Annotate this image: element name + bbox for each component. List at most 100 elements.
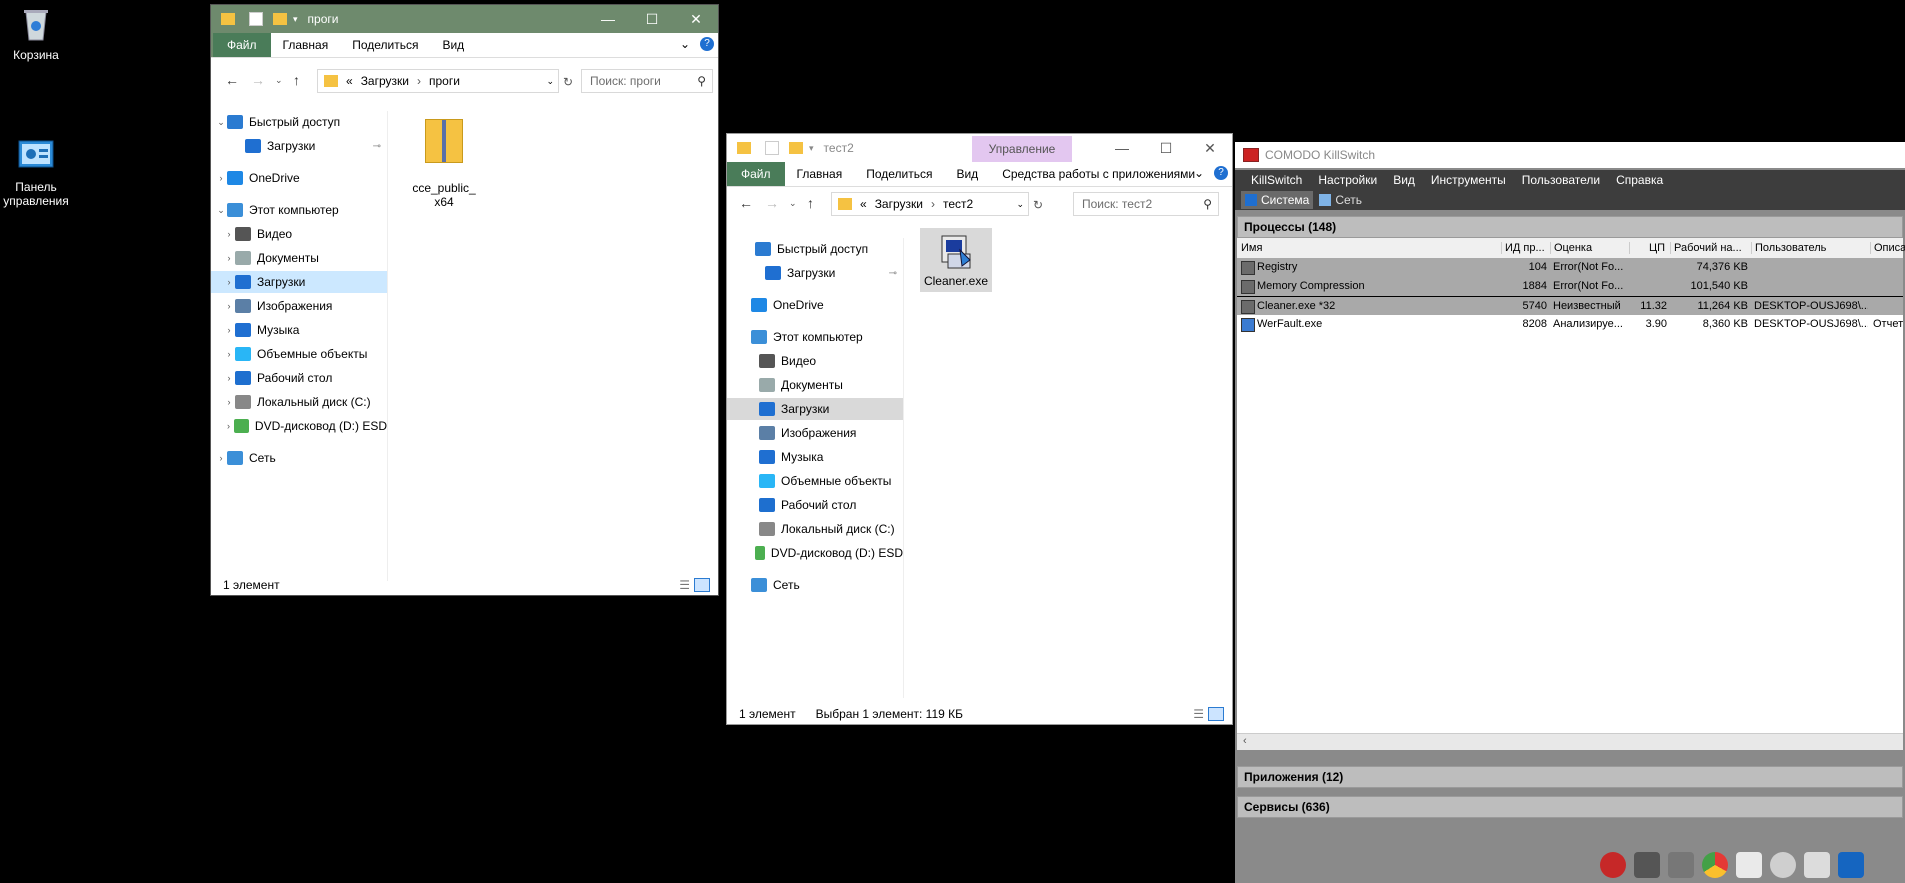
applications-section-header[interactable]: Приложения (12) <box>1237 766 1903 788</box>
back-icon[interactable]: ← <box>739 195 753 211</box>
recent-locations-icon[interactable]: ⌄ <box>789 198 797 209</box>
tree-item[interactable]: Загрузки ⊸ <box>211 135 387 157</box>
column-cpu[interactable]: ЦП <box>1629 242 1669 254</box>
tree-item[interactable]: ⌄ Этот компьютер <box>211 199 387 221</box>
search-icon[interactable]: ⚲ <box>697 74 706 88</box>
breadcrumb-separator[interactable]: › <box>931 197 935 211</box>
large-icons-view-icon[interactable] <box>1208 707 1224 721</box>
tree-item[interactable]: Музыка <box>727 446 903 468</box>
table-row[interactable]: Memory Compression 1884 Error(Not Fo... 101… <box>1237 277 1903 296</box>
minimize-button[interactable]: — <box>586 5 630 33</box>
tree-item[interactable]: › DVD-дисковод (D:) ESD <box>211 415 387 437</box>
title-bar[interactable]: COMODO KillSwitch <box>1235 142 1905 168</box>
chevron-right-icon[interactable]: › <box>223 373 235 383</box>
desktop-icon-recycle-bin[interactable]: Корзина <box>0 4 72 62</box>
tab-view[interactable]: Вид <box>944 162 990 186</box>
tree-item[interactable]: Документы <box>727 374 903 396</box>
details-view-icon[interactable]: ☰ <box>679 578 690 592</box>
column-description[interactable]: Описа <box>1870 242 1905 254</box>
horizontal-scrollbar[interactable]: ‹ <box>1237 733 1903 750</box>
toolbar-system-button[interactable]: Система <box>1241 191 1314 209</box>
tab-view[interactable]: Вид <box>430 33 718 57</box>
tab-share[interactable]: Поделиться <box>340 33 431 57</box>
tree-item[interactable]: › Документы <box>211 247 387 269</box>
tree-item[interactable]: Быстрый доступ <box>727 238 903 260</box>
comodo-icon[interactable] <box>1600 852 1626 878</box>
search-input[interactable]: Поиск: тест2 ⚲ <box>1073 192 1219 216</box>
address-bar[interactable]: « Загрузки › тест2 ⌄ <box>831 192 1029 216</box>
tree-item[interactable]: Объемные объекты <box>727 470 903 492</box>
tree-item[interactable]: › Объемные объекты <box>211 343 387 365</box>
maximize-button[interactable]: ☐ <box>630 5 674 33</box>
close-button[interactable]: ✕ <box>1188 134 1232 162</box>
tab-home[interactable]: Главная <box>785 162 855 186</box>
tree-item[interactable]: OneDrive <box>727 294 903 316</box>
chevron-right-icon[interactable]: › <box>223 349 235 359</box>
address-overflow[interactable]: « <box>860 197 867 211</box>
refresh-icon[interactable]: ↻ <box>563 75 573 89</box>
breadcrumb-downloads[interactable]: Загрузки <box>875 197 923 211</box>
pin-icon[interactable]: ⊸ <box>889 268 897 279</box>
title-bar[interactable]: ▾ тест2 Управление — ☐ ✕ <box>727 134 1232 162</box>
tab-application-tools[interactable]: Средства работы с приложениями <box>990 162 1207 186</box>
address-overflow[interactable]: « <box>346 74 353 88</box>
table-row[interactable]: WerFault.exe 8208 Анализируе... 3.90 8,360 K… <box>1237 315 1903 334</box>
breadcrumb-current[interactable]: тест2 <box>943 197 973 211</box>
forward-icon[interactable]: → <box>251 72 265 88</box>
up-icon[interactable]: ↑ <box>293 72 300 88</box>
tree-item[interactable]: ⌄ Быстрый доступ <box>211 111 387 133</box>
close-button[interactable]: ✕ <box>674 5 718 33</box>
menu-killswitch[interactable]: KillSwitch <box>1251 173 1302 187</box>
desktop-icon-control-panel[interactable]: Панель управления <box>0 108 72 222</box>
menu-users[interactable]: Пользователи <box>1522 173 1600 187</box>
magnifier-icon[interactable] <box>1770 852 1796 878</box>
new-folder-icon[interactable] <box>273 13 287 25</box>
document-icon[interactable] <box>1804 852 1830 878</box>
up-icon[interactable]: ↑ <box>807 195 814 211</box>
chevron-down-icon[interactable]: ⌄ <box>215 205 227 216</box>
tree-item[interactable]: › OneDrive <box>211 167 387 189</box>
tab-home[interactable]: Главная <box>270 33 341 57</box>
forward-icon[interactable]: → <box>765 195 779 211</box>
chevron-right-icon[interactable]: › <box>223 229 235 239</box>
tree-item[interactable]: Изображения <box>727 422 903 444</box>
chevron-down-icon[interactable]: ⌄ <box>215 117 227 128</box>
search-icon[interactable]: ⚲ <box>1203 197 1212 211</box>
chevron-right-icon[interactable]: › <box>215 453 227 463</box>
recent-locations-icon[interactable]: ⌄ <box>275 75 283 86</box>
ribbon-expand-icon[interactable]: ⌄ <box>679 37 690 51</box>
chevron-down-icon[interactable]: ⌄ <box>1016 199 1024 210</box>
chevron-right-icon[interactable]: › <box>223 325 235 335</box>
toolbar-network-button[interactable]: Сеть <box>1319 193 1362 207</box>
tree-item[interactable]: › Музыка <box>211 319 387 341</box>
table-row[interactable]: Registry 104 Error(Not Fo... 74,376 KB <box>1237 258 1903 277</box>
back-icon[interactable]: ← <box>225 72 239 88</box>
help-icon[interactable]: ? <box>700 37 714 51</box>
chevron-down-icon[interactable]: ▾ <box>293 14 298 25</box>
pin-icon[interactable]: ⊸ <box>373 141 381 152</box>
tree-item[interactable]: Загрузки ⊸ <box>727 262 903 284</box>
search-input[interactable]: Поиск: проги ⚲ <box>581 69 713 93</box>
file-item[interactable]: Cleaner.exe <box>920 228 992 292</box>
tree-item[interactable]: DVD-дисковод (D:) ESD <box>727 542 903 564</box>
column-working-set[interactable]: Рабочий на... <box>1670 242 1754 254</box>
tree-item[interactable]: Видео <box>727 350 903 372</box>
tree-item[interactable]: Этот компьютер <box>727 326 903 348</box>
tree-item[interactable]: › Видео <box>211 223 387 245</box>
menu-tools[interactable]: Инструменты <box>1431 173 1506 187</box>
breadcrumb-separator[interactable]: › <box>417 74 421 88</box>
properties-icon[interactable] <box>765 141 779 155</box>
tools-icon[interactable] <box>1668 852 1694 878</box>
chevron-down-icon[interactable]: ▾ <box>809 143 814 154</box>
tree-item[interactable]: › Сеть <box>211 447 387 469</box>
new-folder-icon[interactable] <box>789 142 803 154</box>
column-name[interactable]: Имя <box>1241 242 1481 254</box>
tab-file[interactable]: Файл <box>213 33 271 57</box>
breadcrumb-downloads[interactable]: Загрузки <box>361 74 409 88</box>
menu-settings[interactable]: Настройки <box>1318 173 1377 187</box>
chevron-right-icon[interactable]: › <box>223 421 234 431</box>
refresh-icon[interactable]: ↻ <box>1033 198 1043 212</box>
activity-monitor-icon[interactable] <box>1838 852 1864 878</box>
ribbon-expand-icon[interactable]: ⌄ <box>1194 166 1204 180</box>
chevron-right-icon[interactable]: › <box>223 301 235 311</box>
